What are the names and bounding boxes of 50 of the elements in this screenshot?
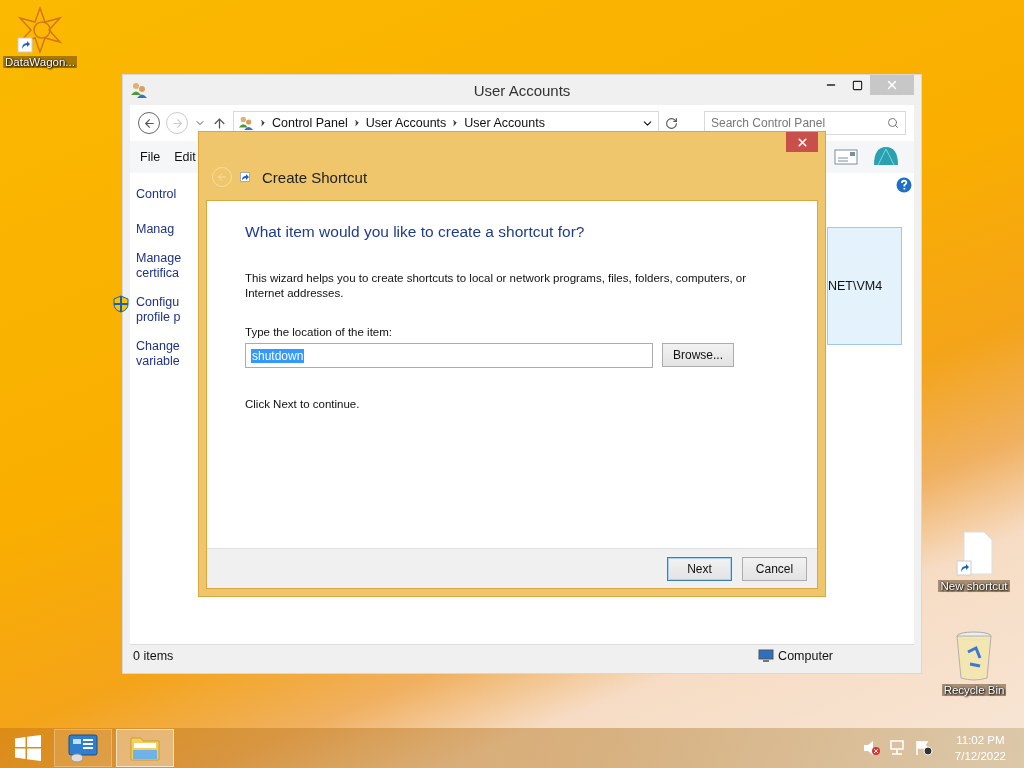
back-arrow-icon — [142, 116, 156, 130]
breadcrumb-item[interactable]: User Accounts — [365, 116, 447, 130]
card-icon[interactable] — [834, 148, 858, 166]
dialog-title: Create Shortcut — [262, 168, 368, 186]
desktop-icon-label[interactable]: DataWagon... — [3, 56, 77, 68]
windows-logo-icon — [15, 735, 41, 761]
breadcrumb-item[interactable]: Control Panel — [272, 116, 348, 130]
dialog-button[interactable]: Cancel — [742, 556, 807, 581]
search-icon — [887, 117, 899, 129]
task-link[interactable]: Control — [136, 187, 177, 202]
browse-button[interactable]: Browse... — [662, 343, 734, 367]
up-button[interactable] — [212, 115, 227, 131]
computer-icon — [758, 648, 775, 663]
users-icon — [130, 81, 148, 99]
shield-icon — [112, 295, 130, 313]
star-emblem-icon — [16, 6, 64, 54]
wizard-description: This wizard helps you to create shortcuts to local or network programs, files, folders, computers, or Internet addresses. — [245, 271, 748, 301]
close-icon — [885, 78, 899, 92]
flag-icon[interactable] — [914, 740, 933, 756]
field-label: Type the location of the item: — [245, 326, 394, 338]
forward-arrow-icon — [170, 116, 184, 130]
chevron-icon — [258, 118, 268, 128]
refresh-button[interactable] — [665, 116, 678, 130]
menu-item[interactable]: Edit — [174, 150, 196, 164]
breadcrumb-item[interactable]: User Accounts — [464, 116, 545, 130]
task-link[interactable]: Manag — [136, 222, 175, 237]
back-button[interactable] — [138, 112, 160, 134]
control-panel-icon — [67, 733, 99, 763]
dialog-heading: What item would you like to create a shortcut for? — [245, 223, 586, 241]
dialog-button[interactable]: Next — [667, 556, 732, 581]
folder-icon — [129, 734, 161, 762]
location-label: Computer — [778, 648, 833, 663]
taskbar-button[interactable] — [54, 729, 112, 767]
speaker-muted-icon[interactable] — [862, 740, 881, 756]
task-link[interactable]: Manage certifica — [136, 251, 182, 281]
users-icon — [238, 115, 254, 131]
item-count: 0 items — [133, 648, 174, 663]
continue-hint: Click Next to continue. — [245, 398, 361, 410]
account-name: NET\VM4 — [828, 279, 883, 293]
back-arrow-icon — [216, 171, 228, 183]
menu-item[interactable]: File — [140, 150, 161, 164]
close-button[interactable] — [786, 132, 818, 152]
help-icon[interactable] — [896, 177, 912, 193]
window-title: User Accounts — [472, 81, 572, 99]
task-link[interactable]: Configu profile p — [136, 295, 181, 325]
close-icon — [795, 135, 809, 149]
maximize-icon — [851, 79, 863, 91]
refresh-icon — [665, 116, 678, 130]
task-link[interactable]: Change variable — [136, 339, 180, 369]
shortcut-icon — [240, 172, 250, 182]
